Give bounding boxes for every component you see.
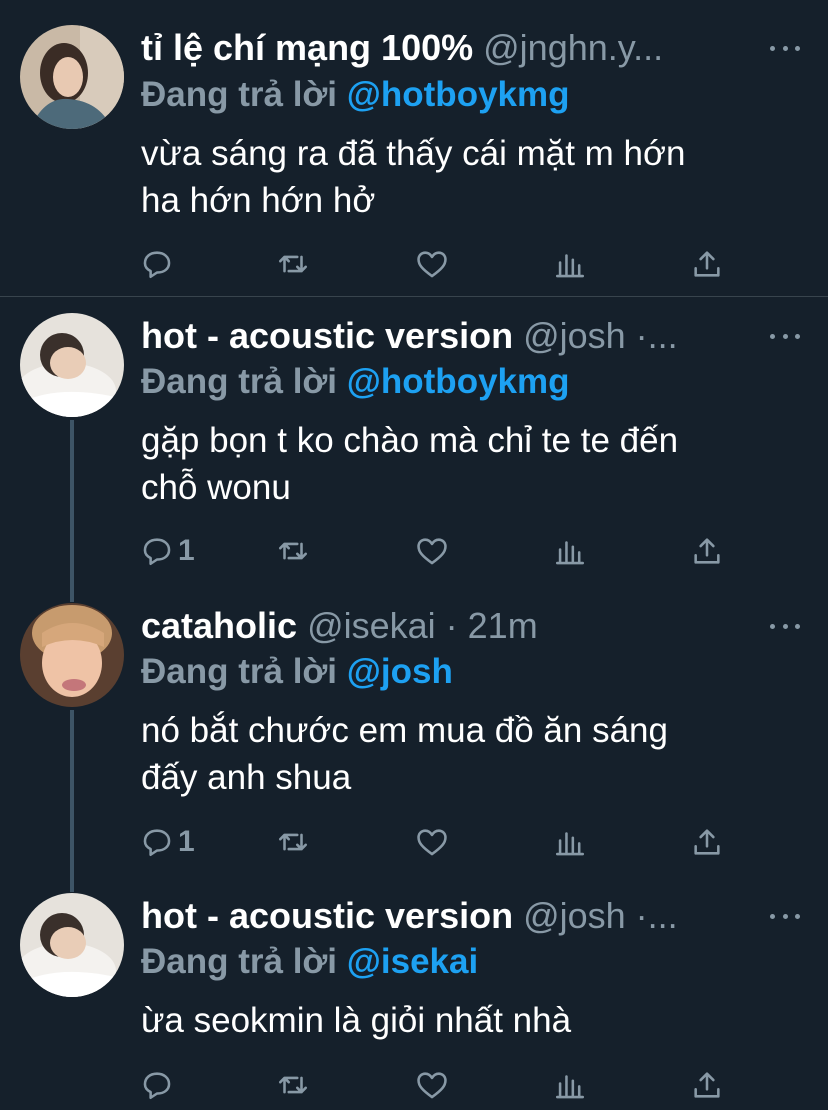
tweet-text-line: ha hớn hớn hở — [141, 181, 376, 220]
tweet-header: hot - acoustic version @josh ·... — [141, 894, 748, 938]
like-icon — [417, 251, 447, 278]
tweet-text-line: ừa seokmin là giỏi nhất nhà — [141, 1001, 572, 1040]
like-button[interactable] — [415, 531, 449, 571]
reply-icon — [143, 538, 171, 566]
tweet-header: cataholic @isekai · 21m — [141, 604, 748, 648]
share-button[interactable] — [690, 531, 724, 571]
more-icon[interactable] — [770, 326, 800, 346]
like-button[interactable] — [415, 244, 449, 284]
tweet-text-line: đấy anh shua — [141, 758, 352, 797]
share-icon — [694, 538, 720, 564]
more-icon[interactable] — [770, 38, 800, 58]
tweet-text-line: nó bắt chước em mua đồ ăn sáng — [141, 711, 668, 750]
like-icon — [417, 538, 447, 565]
analytics-icon — [555, 541, 585, 565]
share-button[interactable] — [690, 1065, 724, 1105]
replying-to: Đang trả lời @hotboykmg — [141, 360, 570, 404]
avatar[interactable] — [20, 893, 124, 997]
handle-meta: @isekai · 21m — [307, 605, 538, 646]
tweet-text: ừa seokmin là giỏi nhất nhà — [141, 997, 801, 1044]
replying-to: Đang trả lời @josh — [141, 650, 453, 694]
mention-link[interactable]: @josh — [347, 652, 453, 691]
tweet-text-line: gặp bọn t ko chào mà chỉ te te đến — [141, 421, 679, 460]
avatar-image — [20, 893, 124, 997]
avatar-image — [20, 25, 124, 129]
replying-to: Đang trả lời @hotboykmg — [141, 73, 570, 117]
analytics-button[interactable] — [553, 531, 587, 571]
display-name[interactable]: hot - acoustic version — [141, 315, 513, 356]
avatar[interactable] — [20, 603, 124, 707]
tweet-text: nó bắt chước em mua đồ ăn sáng đấy anh s… — [141, 707, 801, 801]
tweet[interactable]: cataholic @isekai · 21m Đang trả lời @jo… — [0, 587, 828, 877]
avatar-image — [20, 603, 124, 707]
share-icon — [694, 829, 720, 855]
mention-link[interactable]: @isekai — [347, 942, 478, 981]
more-icon[interactable] — [770, 616, 800, 636]
mention-link[interactable]: @hotboykmg — [347, 362, 570, 401]
display-name[interactable]: hot - acoustic version — [141, 895, 513, 936]
more-icon[interactable] — [770, 906, 800, 926]
avatar[interactable] — [20, 25, 124, 129]
retweet-button[interactable] — [276, 531, 310, 571]
retweet-icon — [278, 1076, 308, 1094]
tweet-actions — [0, 1065, 828, 1105]
handle-meta: @josh ·... — [523, 895, 678, 936]
tweet-actions: 1 — [0, 531, 828, 571]
replying-to: Đang trả lời @isekai — [141, 940, 478, 984]
analytics-button[interactable] — [553, 1065, 587, 1105]
handle-meta: @josh ·... — [523, 315, 678, 356]
analytics-button[interactable] — [553, 822, 587, 862]
analytics-button[interactable] — [553, 244, 587, 284]
replying-label: Đang trả lời — [141, 362, 338, 401]
share-button[interactable] — [690, 244, 724, 284]
reply-button[interactable] — [140, 244, 178, 284]
tweet-text-line: chỗ wonu — [141, 468, 291, 507]
tweet[interactable]: tỉ lệ chí mạng 100% @jnghn.y... Đang trả… — [0, 0, 828, 296]
tweet[interactable]: hot - acoustic version @josh ·... Đang t… — [0, 877, 828, 1110]
reply-count: 1 — [178, 534, 195, 567]
tweet-actions: 1 — [0, 822, 828, 862]
display-name[interactable]: cataholic — [141, 605, 297, 646]
retweet-icon — [278, 833, 308, 851]
reply-button[interactable]: 1 — [140, 822, 195, 862]
reply-icon — [143, 829, 171, 857]
tweet-header: tỉ lệ chí mạng 100% @jnghn.y... — [141, 26, 748, 70]
tweet-actions — [0, 244, 828, 284]
like-icon — [417, 829, 447, 856]
avatar-image — [20, 313, 124, 417]
mention-link[interactable]: @hotboykmg — [347, 75, 570, 114]
replying-label: Đang trả lời — [141, 652, 338, 691]
tweet-header: hot - acoustic version @josh ·... — [141, 314, 748, 358]
retweet-button[interactable] — [276, 1065, 310, 1105]
avatar[interactable] — [20, 313, 124, 417]
analytics-icon — [555, 1075, 585, 1099]
analytics-icon — [555, 254, 585, 278]
reply-button[interactable]: 1 — [140, 531, 195, 571]
retweet-icon — [278, 542, 308, 560]
tweet-text: vừa sáng ra đã thấy cái mặt m hớn ha hớn… — [141, 130, 801, 224]
reply-count: 1 — [178, 825, 195, 858]
tweet-text: gặp bọn t ko chào mà chỉ te te đến chỗ w… — [141, 417, 801, 511]
share-button[interactable] — [690, 822, 724, 862]
retweet-button[interactable] — [276, 244, 310, 284]
tweet[interactable]: hot - acoustic version @josh ·... Đang t… — [0, 297, 828, 587]
reply-button[interactable] — [140, 1065, 178, 1105]
tweet-text-line: vừa sáng ra đã thấy cái mặt m hớn — [141, 134, 686, 173]
share-icon — [694, 251, 720, 277]
like-icon — [417, 1072, 447, 1099]
retweet-icon — [278, 255, 308, 273]
handle-meta: @jnghn.y... — [483, 27, 664, 68]
replying-label: Đang trả lời — [141, 942, 338, 981]
reply-icon — [143, 251, 171, 279]
retweet-button[interactable] — [276, 822, 310, 862]
share-icon — [694, 1072, 720, 1098]
like-button[interactable] — [415, 1065, 449, 1105]
replying-label: Đang trả lời — [141, 75, 338, 114]
like-button[interactable] — [415, 822, 449, 862]
analytics-icon — [555, 832, 585, 856]
reply-icon — [143, 1072, 171, 1100]
display-name[interactable]: tỉ lệ chí mạng 100% — [141, 27, 473, 68]
